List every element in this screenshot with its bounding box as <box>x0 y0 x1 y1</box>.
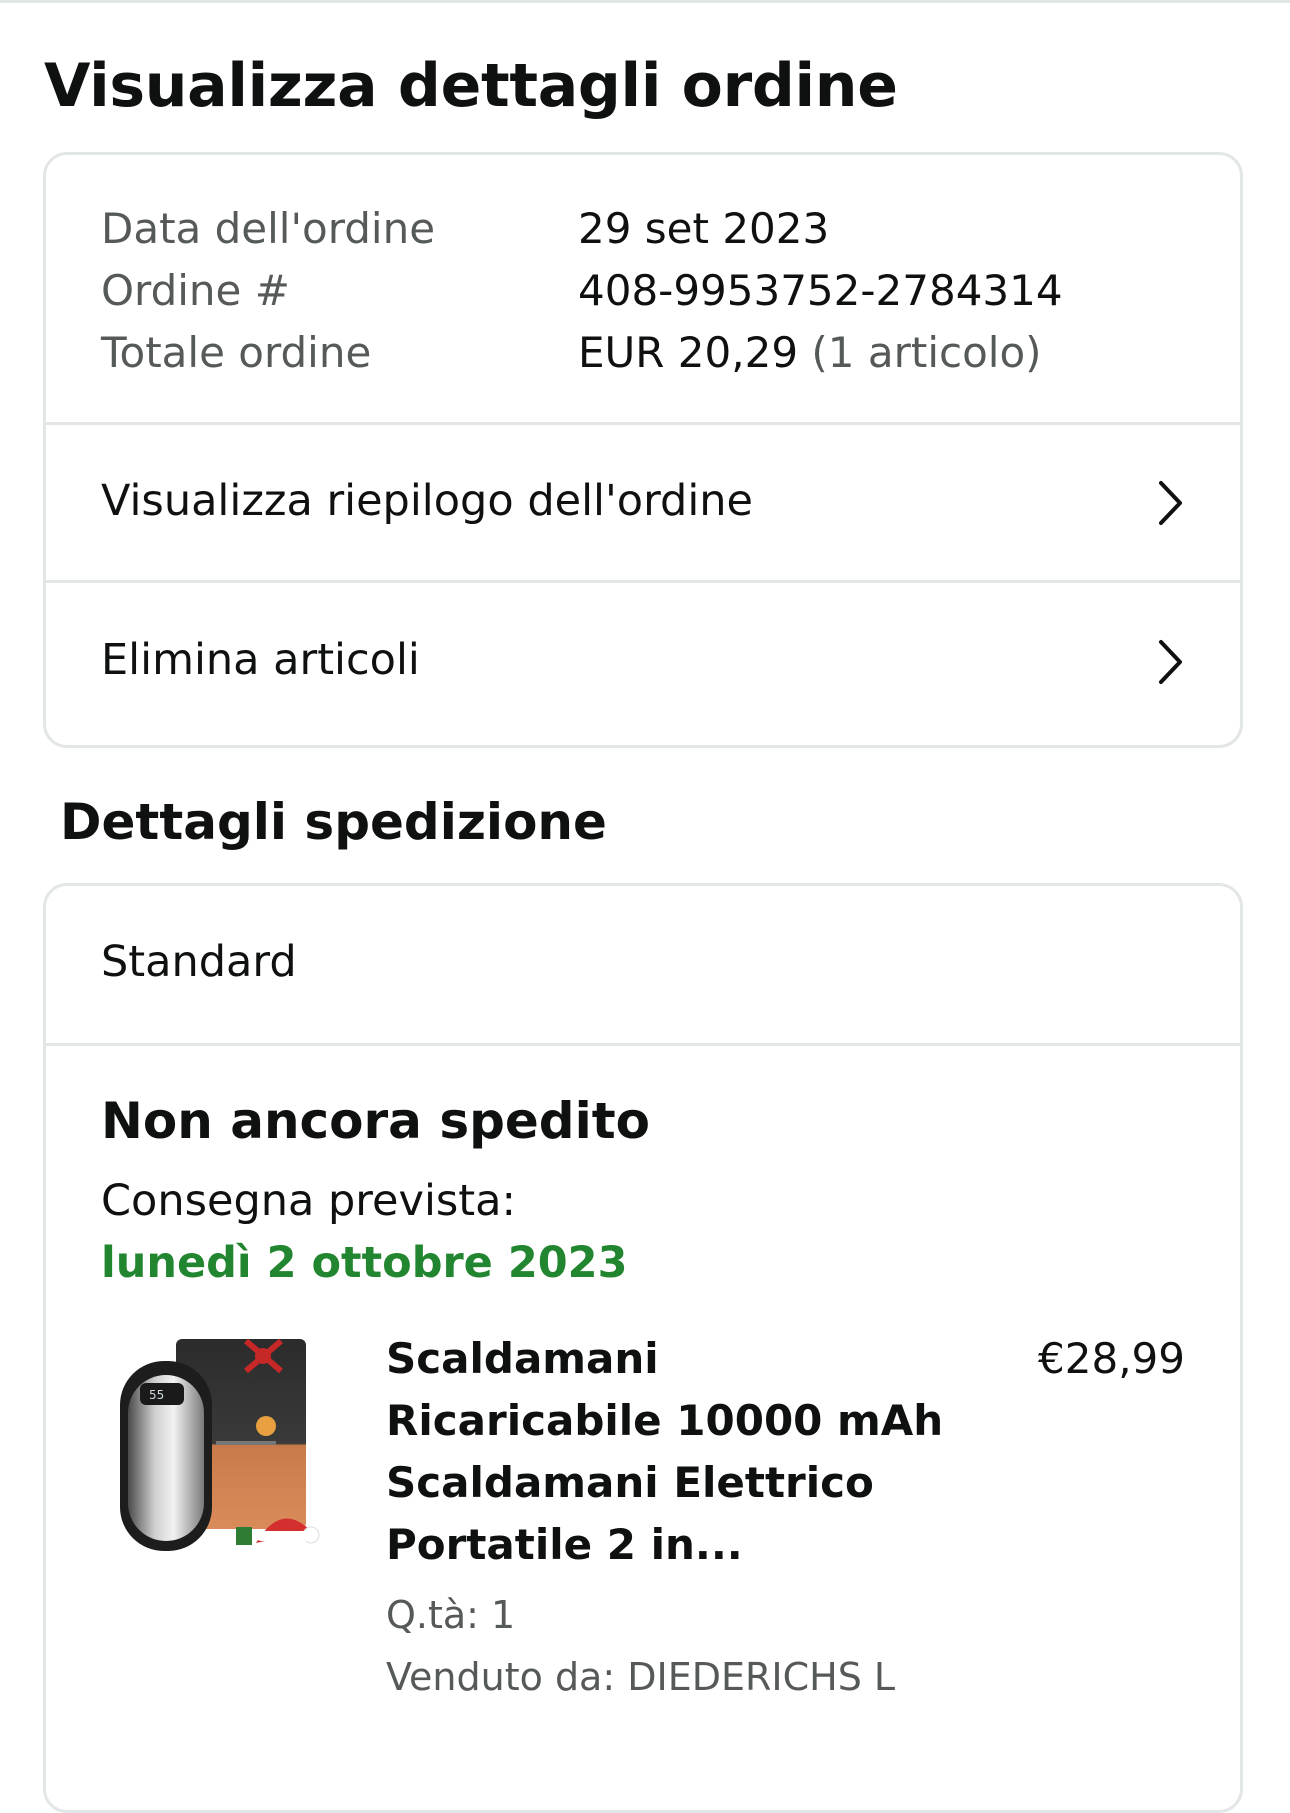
product-quantity: Q.tà: 1 <box>386 1593 516 1637</box>
delete-items-link[interactable]: Elimina articoli <box>46 584 1240 742</box>
page-title: Visualizza dettagli ordine <box>44 51 898 121</box>
shipping-method-section: Standard <box>46 886 1240 1046</box>
product-title[interactable]: Scaldamani Ricaricabile 10000 mAh Scalda… <box>386 1328 946 1576</box>
order-number-label: Ordine # <box>101 266 290 315</box>
product-seller: Venduto da: DIEDERICHS L <box>386 1655 896 1699</box>
expected-delivery-date: lunedì 2 ottobre 2023 <box>101 1238 628 1288</box>
shipping-status: Non ancora spedito <box>101 1092 650 1150</box>
product-price: €28,99 <box>1038 1334 1185 1383</box>
order-total-value: EUR 20,29 <box>578 328 799 377</box>
expected-delivery-label: Consegna prevista: <box>101 1176 516 1226</box>
order-item-count: (1 articolo) <box>811 328 1042 377</box>
shipping-section-title: Dettagli spedizione <box>60 793 607 851</box>
shipping-method: Standard <box>101 937 297 987</box>
order-date-value: 29 set 2023 <box>578 204 830 253</box>
svg-text:55: 55 <box>149 1388 164 1402</box>
view-order-summary-label: Visualizza riepilogo dell'ordine <box>101 476 753 526</box>
delete-items-label: Elimina articoli <box>101 635 420 685</box>
top-divider <box>0 0 1290 3</box>
view-order-summary-link[interactable]: Visualizza riepilogo dell'ordine <box>46 425 1240 583</box>
chevron-right-icon <box>1159 481 1182 525</box>
order-details-card: Data dell'ordine 29 set 2023 Ordine # 40… <box>43 152 1243 748</box>
order-date-label: Data dell'ordine <box>101 204 436 253</box>
order-total-value-group: EUR 20,29 (1 articolo) <box>578 322 1042 384</box>
product-image[interactable]: 55 <box>106 1331 326 1561</box>
order-info-section: Data dell'ordine 29 set 2023 Ordine # 40… <box>46 155 1240 425</box>
shipping-details-card: Standard Non ancora spedito Consegna pre… <box>43 883 1243 1813</box>
order-total-label: Totale ordine <box>101 328 372 377</box>
order-number-value: 408-9953752-2784314 <box>578 266 1063 315</box>
chevron-right-icon <box>1159 640 1182 684</box>
